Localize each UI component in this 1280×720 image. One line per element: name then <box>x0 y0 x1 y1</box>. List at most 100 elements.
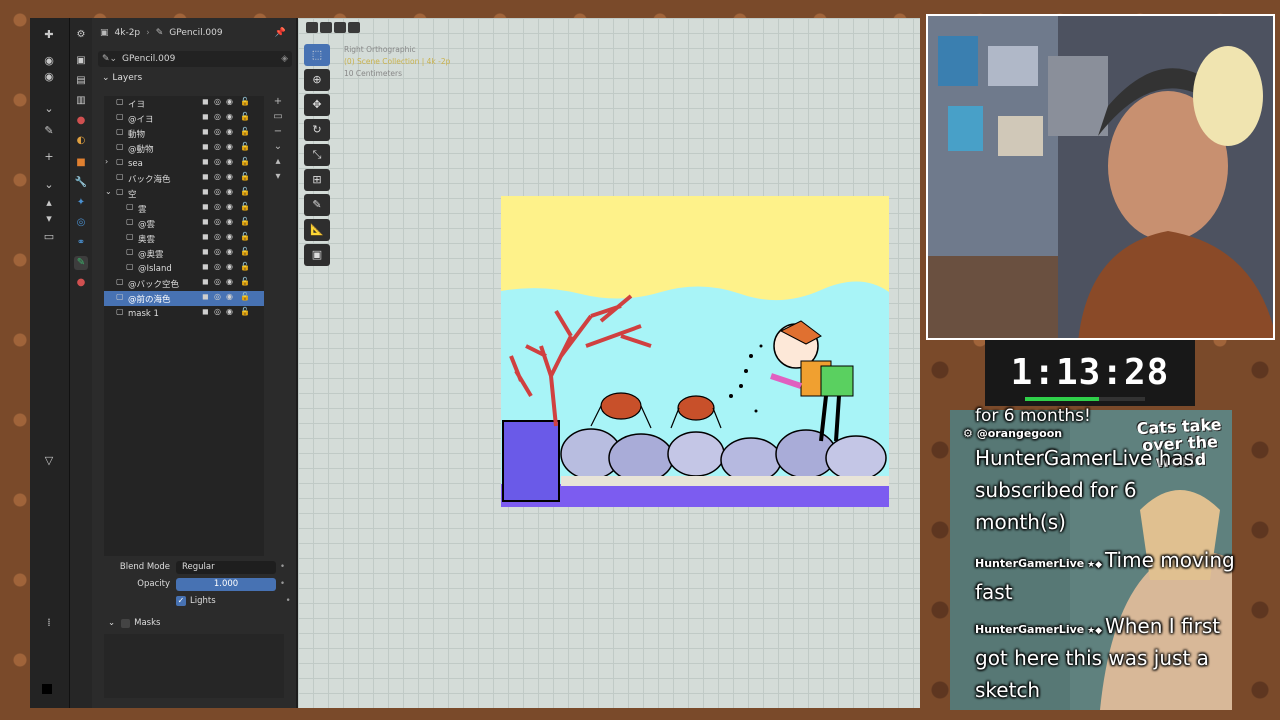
eye-icon[interactable]: ◉ <box>226 217 233 226</box>
mask-icon[interactable]: ◼ <box>202 97 209 106</box>
add-icon[interactable]: + <box>42 150 56 164</box>
layer-row[interactable]: ▢ @バック空色 ◼ ◎ ◉ 🔓 <box>104 276 264 291</box>
layers-panel-header[interactable]: ⌄ Layers <box>102 73 142 83</box>
remove-layer-icon[interactable]: − <box>268 126 288 141</box>
layer-row[interactable]: ▢ イヨ ◼ ◎ ◉ 🔓 <box>104 96 264 111</box>
onion-skin-icon[interactable]: ◎ <box>214 157 221 166</box>
select-subtract-icon[interactable] <box>334 22 346 33</box>
mask-icon[interactable]: ◼ <box>202 277 209 286</box>
constraints-tab-icon[interactable]: ⚭ <box>74 236 88 250</box>
add-layer-icon[interactable]: + <box>268 96 288 111</box>
lock-icon[interactable]: 🔓 <box>240 97 250 106</box>
effects-tab-icon[interactable]: ✦ <box>74 196 88 210</box>
eye-icon[interactable]: ◉ <box>42 54 56 68</box>
tool-tab-icon[interactable]: ⚙ <box>74 28 88 42</box>
layer-row[interactable]: ▢ 動物 ◼ ◎ ◉ 🔓 <box>104 126 264 141</box>
eye-icon[interactable]: ◉ <box>226 142 233 151</box>
onion-skin-icon[interactable]: ◎ <box>214 187 221 196</box>
fake-user-icon[interactable]: ◈ <box>281 54 288 64</box>
layer-row[interactable]: ▢ @Island ◼ ◎ ◉ 🔓 <box>104 261 264 276</box>
layer-row[interactable]: ▢ @前の海色 ◼ ◎ ◉ 🔓 <box>104 291 264 306</box>
modifier-tab-icon[interactable]: 🔧 <box>74 176 88 190</box>
color-swatch-icon[interactable] <box>42 684 52 694</box>
masks-panel-header[interactable]: ⌄ Masks <box>108 616 160 630</box>
lock-icon[interactable]: 🔓 <box>240 307 250 316</box>
keyframe-dot-icon-2[interactable]: • <box>280 579 285 589</box>
eye-icon[interactable]: ◉ <box>226 157 233 166</box>
move-up-icon[interactable]: ▴ <box>268 156 288 171</box>
view-layer-tab-icon[interactable]: ▥ <box>74 94 88 108</box>
datablock-selector[interactable]: ✎⌄ GPencil.009 ◈ <box>98 51 292 67</box>
eye-icon[interactable]: ◉ <box>226 97 233 106</box>
world-tab-icon[interactable]: ◐ <box>74 134 88 148</box>
mask-icon[interactable]: ◼ <box>202 127 209 136</box>
expand-icon[interactable]: ⌄ <box>105 187 112 196</box>
lock-icon[interactable]: 🔓 <box>240 217 250 226</box>
onion-skin-icon[interactable]: ◎ <box>214 142 221 151</box>
lock-icon[interactable]: 🔓 <box>240 277 250 286</box>
filter-icon[interactable]: ▽ <box>42 454 56 468</box>
layer-menu-icon[interactable]: ▭ <box>268 111 288 126</box>
select-mode-icon[interactable] <box>306 22 318 33</box>
onion-skin-icon[interactable]: ◎ <box>214 112 221 121</box>
mask-icon[interactable]: ◼ <box>202 307 209 316</box>
lock-icon[interactable]: 🔓 <box>240 127 250 136</box>
lock-icon[interactable]: 🔓 <box>240 292 250 301</box>
layer-row[interactable]: ▢ @イヨ ◼ ◎ ◉ 🔓 <box>104 111 264 126</box>
move-tool-icon[interactable]: ✥ <box>304 94 330 116</box>
mask-icon[interactable]: ◼ <box>202 142 209 151</box>
eye-icon[interactable]: ◉ <box>226 172 233 181</box>
mask-icon[interactable]: ◼ <box>202 247 209 256</box>
mask-icon[interactable]: ◼ <box>202 292 209 301</box>
gpencil-data-tab-icon[interactable]: ✎ <box>74 256 88 270</box>
onion-skin-icon[interactable]: ◎ <box>214 217 221 226</box>
add-object-tool-icon[interactable]: ▣ <box>304 244 330 266</box>
layer-row[interactable]: ▢ @動物 ◼ ◎ ◉ 🔓 <box>104 141 264 156</box>
chevron-down-icon[interactable]: ⌄ <box>268 141 288 156</box>
eye-icon-2[interactable]: ◉ <box>42 70 56 84</box>
mask-icon[interactable]: ◼ <box>202 187 209 196</box>
lock-icon[interactable]: ▭ <box>42 230 56 244</box>
onion-skin-icon[interactable]: ◎ <box>214 262 221 271</box>
select-tool-icon[interactable]: ⬚ <box>304 44 330 66</box>
material-tab-icon[interactable]: ● <box>74 276 88 290</box>
editor-type-icon[interactable]: ✚ <box>42 28 56 42</box>
mask-icon[interactable]: ◼ <box>202 262 209 271</box>
lock-icon[interactable]: 🔓 <box>240 172 250 181</box>
onion-skin-icon[interactable]: ◎ <box>214 97 221 106</box>
object-tab-icon[interactable]: ■ <box>74 156 88 170</box>
onion-skin-icon[interactable]: ◎ <box>214 232 221 241</box>
rotate-tool-icon[interactable]: ↻ <box>304 119 330 141</box>
layer-row[interactable]: ▢ @奥雲 ◼ ◎ ◉ 🔓 <box>104 246 264 261</box>
expand-icon[interactable]: › <box>105 157 108 166</box>
eye-icon[interactable]: ◉ <box>226 232 233 241</box>
measure-tool-icon[interactable]: 📐 <box>304 219 330 241</box>
pin-icon[interactable]: 📌 <box>275 28 286 38</box>
output-tab-icon[interactable]: ▤ <box>74 74 88 88</box>
lock-icon[interactable]: 🔓 <box>240 232 250 241</box>
onion-skin-icon[interactable]: ◎ <box>214 277 221 286</box>
artwork-canvas[interactable] <box>501 196 889 507</box>
eye-icon[interactable]: ◉ <box>226 112 233 121</box>
select-extend-icon[interactable] <box>320 22 332 33</box>
eye-icon[interactable]: ◉ <box>226 127 233 136</box>
eye-icon[interactable]: ◉ <box>226 277 233 286</box>
opacity-slider[interactable]: 1.000 <box>176 577 276 591</box>
eye-icon[interactable]: ◉ <box>226 292 233 301</box>
keyframe-dot-icon[interactable]: • <box>280 562 285 572</box>
move-up-icon[interactable]: ▴ <box>42 196 56 210</box>
eye-icon[interactable]: ◉ <box>226 202 233 211</box>
eye-icon[interactable]: ◉ <box>226 187 233 196</box>
mask-icon[interactable]: ◼ <box>202 157 209 166</box>
onion-skin-icon[interactable]: ◎ <box>214 202 221 211</box>
onion-skin-icon[interactable]: ◎ <box>214 172 221 181</box>
move-down-icon[interactable]: ▾ <box>42 212 56 226</box>
lock-icon[interactable]: 🔓 <box>240 142 250 151</box>
lock-icon[interactable]: 🔓 <box>240 247 250 256</box>
mask-icon[interactable]: ◼ <box>202 202 209 211</box>
eye-icon[interactable]: ◉ <box>226 307 233 316</box>
scene-tab-icon[interactable]: ● <box>74 114 88 128</box>
mask-icon[interactable]: ◼ <box>202 217 209 226</box>
masks-checkbox[interactable] <box>121 618 131 628</box>
layer-row[interactable]: ⌄ ▢ 空 ◼ ◎ ◉ 🔓 <box>104 186 264 201</box>
